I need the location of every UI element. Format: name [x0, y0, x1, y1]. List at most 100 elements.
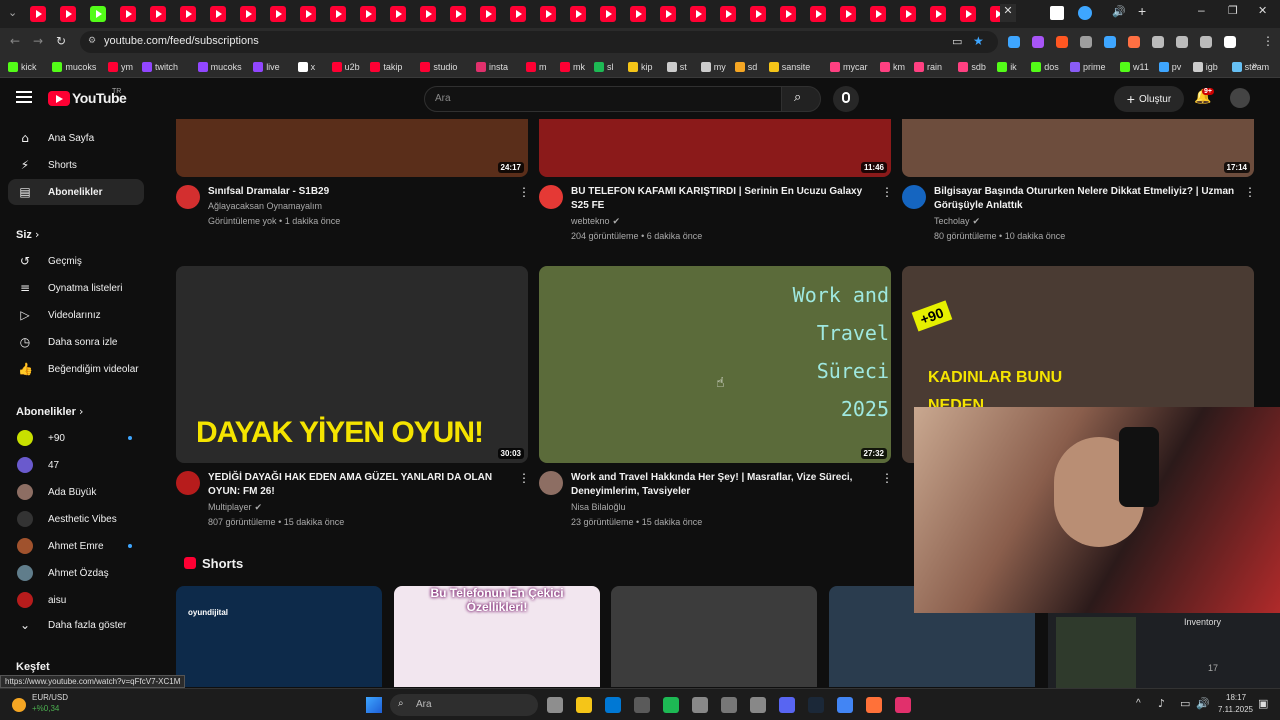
video-thumbnail[interactable]: 17:14 [902, 119, 1254, 177]
sidebar-subscription[interactable]: Ada Büyük [8, 479, 144, 505]
video-title[interactable]: YEDİĞİ DAYAĞI HAK EDEN AMA GÜZEL YANLARI… [208, 471, 492, 485]
tab-youtube-favicon-icon[interactable] [330, 6, 346, 22]
notification-center-icon[interactable]: ▣ [1258, 697, 1268, 710]
bookmark-item[interactable]: mycar [830, 60, 868, 74]
bookmark-item[interactable]: mucoks [52, 60, 96, 74]
sidebar-subscription[interactable]: Ahmet Özdaş [8, 560, 144, 586]
video-title-line2[interactable]: S25 FE [571, 199, 604, 213]
channel-avatar[interactable] [539, 471, 563, 495]
extension-icon[interactable] [1008, 36, 1020, 48]
tab-youtube-favicon-icon[interactable] [930, 6, 946, 22]
bookmark-item[interactable]: studio [420, 60, 457, 74]
taskbar-app-icon[interactable] [547, 697, 563, 713]
bookmark-item[interactable]: twitch [142, 60, 178, 74]
new-tab-button[interactable]: + [1138, 3, 1146, 19]
sidebar-item-like[interactable]: 👍 Beğendiğim videolar [8, 356, 144, 382]
bookmark-item[interactable]: prime [1070, 60, 1106, 74]
video-title-line2[interactable]: OYUN: FM 26! [208, 485, 275, 499]
video-title-line2[interactable]: Görüşüyle Anlattık [934, 199, 1023, 213]
sidebar-item-clock[interactable]: ◷ Daha sonra izle [8, 329, 144, 355]
back-icon[interactable]: ← [10, 34, 20, 48]
tab-youtube-favicon-icon[interactable] [870, 6, 886, 22]
video-title[interactable]: BU TELEFON KAFAMI KARIŞTIRDI | Serinin E… [571, 185, 862, 199]
more-actions-icon[interactable]: ⋮ [1244, 185, 1256, 199]
tab-youtube-favicon-icon[interactable] [360, 6, 376, 22]
bookmark-item[interactable]: u2b [331, 60, 360, 74]
tab-youtube-favicon-icon[interactable] [270, 6, 286, 22]
sidebar-subscription[interactable]: +90 [8, 425, 144, 451]
video-title[interactable]: Sınıfsal Dramalar - S1B29 [208, 185, 329, 199]
tab-youtube-favicon-icon[interactable] [690, 6, 706, 22]
video-channel[interactable]: Ağlayacaksan Oynamayalım [208, 201, 322, 211]
bookmark-item[interactable]: sdb [958, 60, 986, 74]
video-title[interactable]: Work and Travel Hakkında Her Şey! | Masr… [571, 471, 852, 485]
channel-avatar[interactable] [176, 185, 200, 209]
bookmark-item[interactable]: rain [914, 60, 942, 74]
active-tab-close-icon[interactable]: ✕ [1000, 4, 1016, 22]
volume-icon[interactable]: 🔊 [1196, 697, 1210, 710]
bookmark-item[interactable]: m [526, 60, 547, 74]
sidebar-subscription[interactable]: Ahmet Emre [8, 533, 144, 559]
short-thumbnail[interactable]: oyundijital [176, 586, 382, 687]
bookmark-item[interactable]: insta [476, 60, 508, 74]
microphone-icon[interactable]: ♪ [1158, 697, 1165, 710]
taskbar-app-icon[interactable] [808, 697, 824, 713]
bookmark-item[interactable]: mk [560, 60, 585, 74]
bookmark-item[interactable]: steam [1231, 60, 1269, 74]
tab-youtube-favicon-icon[interactable] [780, 6, 796, 22]
taskbar-app-icon[interactable] [634, 697, 650, 713]
bookmark-item[interactable]: st [666, 60, 687, 74]
more-actions-icon[interactable]: ⋮ [881, 471, 893, 485]
network-icon[interactable]: ▭ [1180, 697, 1190, 710]
bookmark-item[interactable]: w11 [1120, 60, 1149, 74]
bookmark-item[interactable]: ik [997, 60, 1017, 74]
bookmark-item[interactable]: takip [370, 60, 402, 74]
reload-icon[interactable]: ↻ [56, 34, 66, 48]
taskbar-app-icon[interactable] [721, 697, 737, 713]
video-thumbnail[interactable]: 24:17 [176, 119, 528, 177]
tab-youtube-favicon-icon[interactable] [510, 6, 526, 22]
tab-youtube-favicon-icon[interactable] [240, 6, 256, 22]
more-actions-icon[interactable]: ⋮ [518, 185, 530, 199]
subscriptions-heading[interactable]: Abonelikler › [16, 405, 83, 418]
search-button[interactable]: ⌕ [781, 86, 821, 112]
url-field[interactable]: ⚙ youtube.com/feed/subscriptions ▭ ★ [80, 31, 998, 53]
sidebar-item-video[interactable]: ▷ Videolarınız [8, 302, 144, 328]
windows-start-icon[interactable] [366, 697, 382, 713]
extension-icon[interactable] [1080, 36, 1092, 48]
taskbar-app-icon[interactable] [779, 697, 795, 713]
sidebar-item-home[interactable]: ⌂ Ana Sayfa [8, 125, 144, 151]
avatar[interactable] [1230, 88, 1250, 108]
taskbar-app-icon[interactable] [605, 697, 621, 713]
video-title-line2[interactable]: Deneyimlerim, Tavsiyeler [571, 485, 690, 499]
voice-search-button[interactable] [833, 86, 859, 112]
tab-youtube-favicon-icon[interactable] [630, 6, 646, 22]
video-thumbnail[interactable]: DAYAK YİYEN OYUN! 30:03 [176, 266, 528, 463]
sidebar-item-playlist[interactable]: ≡ Oynatma listeleri [8, 275, 144, 301]
extension-icon[interactable] [1032, 36, 1044, 48]
channel-avatar[interactable] [539, 185, 563, 209]
bookmark-item[interactable]: sd [734, 60, 757, 74]
tab-youtube-favicon-icon[interactable] [750, 6, 766, 22]
menu-icon[interactable]: ⋮ [1262, 34, 1274, 48]
extension-icon[interactable] [1176, 36, 1188, 48]
more-actions-icon[interactable]: ⋮ [518, 471, 530, 485]
tab-youtube-favicon-icon[interactable] [30, 6, 46, 22]
sidebar-subscription[interactable]: 47 [8, 452, 144, 478]
taskbar-app-icon[interactable] [692, 697, 708, 713]
tab-youtube-favicon-icon[interactable] [660, 6, 676, 22]
video-channel[interactable]: Nisa Bilaloğlu [571, 502, 626, 512]
extension-icon[interactable] [1152, 36, 1164, 48]
more-bookmarks-icon[interactable]: » [1252, 60, 1258, 71]
bookmark-item[interactable]: pv [1158, 60, 1181, 74]
taskbar-app-icon[interactable] [866, 697, 882, 713]
tab-youtube-favicon-icon[interactable] [300, 6, 316, 22]
extension-icon[interactable] [1104, 36, 1116, 48]
bookmark-item[interactable]: sl [594, 60, 614, 74]
tab-youtube-favicon-icon[interactable] [420, 6, 436, 22]
video-title[interactable]: Bilgisayar Başında Otururken Nelere Dikk… [934, 185, 1234, 199]
bookmark-item[interactable]: sansite [768, 60, 810, 74]
short-thumbnail[interactable] [611, 586, 817, 687]
currency-pair[interactable]: EUR/USD [32, 693, 68, 702]
tab-favicon[interactable] [1078, 6, 1092, 20]
